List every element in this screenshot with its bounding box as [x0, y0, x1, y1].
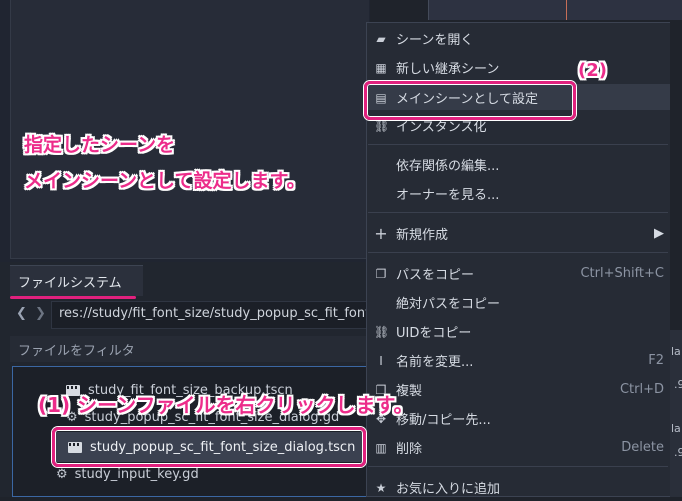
menu-item-label: 新しい継承シーン: [396, 62, 500, 77]
plus-icon: +: [374, 224, 388, 243]
annotation-description-line1: 指定したシーンを: [24, 134, 176, 156]
menu-item-shortcut: Ctrl+D: [619, 382, 664, 397]
menu-item-shortcut: F2: [648, 353, 664, 368]
panel-text-fragment: .9: [674, 378, 682, 391]
menu-separator: [368, 252, 668, 253]
back-arrow-icon[interactable]: ❮: [16, 306, 27, 321]
menu-item-move-copy[interactable]: ✥ 移動/コピー先...: [370, 405, 670, 432]
forward-arrow-icon[interactable]: ❯: [35, 306, 46, 321]
menu-item-new-inherited-scene[interactable]: ▦ 新しい継承シーン: [370, 54, 670, 81]
menu-separator: [368, 212, 668, 213]
annotation-step1-label: (1) シーンファイルを右クリックします。: [38, 393, 414, 417]
file-name: study_input_key.gd: [74, 466, 199, 482]
menu-separator: [368, 144, 668, 145]
file-filter-placeholder: ファイルをフィルタ: [18, 344, 135, 359]
copy-icon: ❐: [375, 266, 387, 281]
menu-item-duplicate[interactable]: ❐ 複製 Ctrl+D: [370, 376, 670, 403]
menu-item-label: パスをコピー: [396, 268, 475, 283]
menu-item-label: 新規作成: [396, 228, 449, 243]
menu-separator: [368, 466, 668, 467]
menu-item-edit-dependencies[interactable]: 依存関係の編集...: [370, 151, 670, 178]
link-icon: ⛓: [374, 324, 390, 339]
viewport-strip: [428, 0, 682, 20]
menu-item-rename[interactable]: I 名前を変更... F2: [370, 347, 670, 374]
folder-open-icon: ▰: [376, 31, 386, 46]
menu-item-label: 削除: [396, 442, 423, 457]
menu-item-new[interactable]: + 新規作成 ▶: [370, 220, 670, 247]
menu-item-delete[interactable]: ▥ 削除 Delete: [370, 434, 670, 461]
menu-item-label: UIDをコピー: [396, 326, 472, 341]
menu-item-view-owners[interactable]: オーナーを見る...: [370, 180, 670, 207]
menu-item-shortcut: Ctrl+Shift+C: [580, 266, 664, 281]
annotation-highlight-menu-item: [364, 81, 576, 120]
menu-item-label: 絶対パスをコピー: [396, 297, 501, 312]
menu-item-copy-uid[interactable]: ⛓ UIDをコピー: [370, 318, 670, 345]
link-icon: ⛓: [374, 118, 390, 133]
submenu-arrow-icon: ▶: [654, 226, 664, 241]
trash-icon: ▥: [375, 440, 387, 455]
menu-item-copy-path[interactable]: ❐ パスをコピー Ctrl+Shift+C: [370, 260, 670, 287]
annotation-description-line2: メインシーンとして設定します。: [24, 170, 306, 192]
menu-item-label: お気に入りに追加: [396, 482, 501, 497]
annotation-highlight-file-row: [52, 427, 366, 467]
menu-item-label: 依存関係の編集...: [396, 159, 500, 174]
panel-text-fragment: la: [671, 422, 681, 435]
tab-highlight-underline: [10, 296, 136, 299]
new-scene-icon: ▦: [375, 60, 387, 75]
menu-item-copy-absolute-path[interactable]: 絶対パスをコピー: [370, 289, 670, 316]
annotation-step2-label: (2): [578, 60, 607, 81]
menu-item-shortcut: Delete: [621, 440, 664, 455]
menu-item-label: シーンを開く: [396, 33, 474, 48]
star-icon: ★: [375, 480, 387, 495]
rename-icon: I: [379, 353, 383, 368]
menu-item-open-scene[interactable]: ▰ シーンを開く: [370, 25, 670, 52]
panel-text-fragment: la: [671, 345, 681, 358]
path-input-value: res://study/fit_font_size/study_popup_sc…: [59, 306, 367, 321]
tab-filesystem-label: ファイルシステム: [18, 276, 122, 291]
menu-item-label: 名前を変更...: [396, 355, 474, 370]
viewport-guide-line: [566, 0, 567, 20]
panel-text-fragment: .9: [674, 446, 682, 459]
menu-item-label: オーナーを見る...: [396, 188, 500, 203]
gear-icon: ⚙: [56, 466, 68, 482]
